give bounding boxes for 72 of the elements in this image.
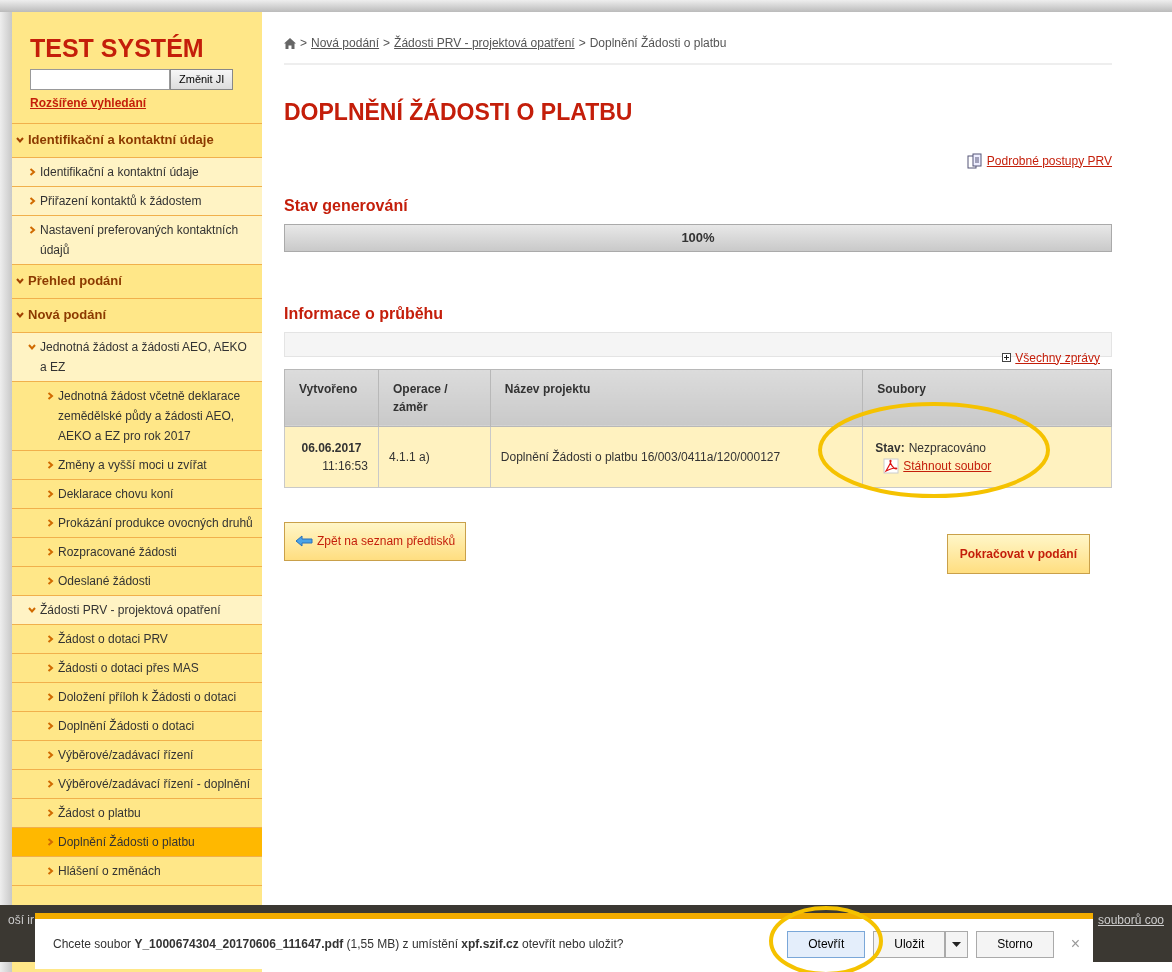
column-header: Soubory (862, 369, 1112, 426)
chevron-right-icon (46, 780, 54, 788)
menu-item[interactable]: Jednotná žádost a žádosti AEO, AEKO a EZ (12, 333, 262, 382)
chevron-right-icon (46, 577, 54, 585)
breadcrumb-current: Doplnění Žádosti o platbu (589, 34, 727, 52)
column-header: Operace / záměr (378, 369, 491, 426)
chevron-down-icon (16, 277, 24, 285)
cancel-button[interactable]: Storno (976, 930, 1054, 958)
column-header: Název projektu (490, 369, 863, 426)
advanced-search-link[interactable]: Rozšířené vyhledání (30, 94, 147, 112)
chevron-right-icon (46, 867, 54, 875)
home-icon[interactable] (284, 37, 296, 49)
chevron-right-icon (46, 693, 54, 701)
document-icon (966, 152, 983, 169)
all-messages-link[interactable]: Všechny zprávy (1015, 348, 1100, 367)
progress-reading: 100% (681, 228, 715, 247)
chevron-down-icon (16, 136, 24, 144)
search-field[interactable] (30, 69, 170, 90)
table-cell: Doplnění Žádosti o platbu 16/003/0411a/120/000127 (490, 426, 863, 487)
chevron-right-icon (46, 751, 54, 759)
menu-item[interactable]: Žádosti PRV - projektová opatření (12, 596, 262, 625)
cookie-link[interactable]: souborů coo (1097, 911, 1164, 929)
arrow-left-icon (295, 535, 313, 547)
download-message: Chcete soubor Y_1000674304_20170606_111647.pdf (1,55 MB) z umístění xpf.szif.cz otevřít nebo uložit? (53, 936, 625, 953)
section-heading: Informace o průběhu (284, 303, 445, 324)
save-button[interactable]: Uložit (873, 930, 946, 958)
time-text: 11:16:53 (321, 457, 368, 475)
chevron-right-icon (28, 226, 36, 234)
menu-item[interactable]: Přiřazení kontaktů k žádostem (12, 187, 262, 216)
breadcrumb-separator: > (300, 35, 307, 52)
table-cell: 4.1.1 a) (378, 426, 491, 487)
pdf-icon (883, 457, 900, 474)
menu-item[interactable]: Identifikační a kontaktní údaje (12, 158, 262, 187)
chevron-right-icon (28, 168, 36, 176)
caret-icon (952, 942, 962, 948)
chevron-down-icon (16, 311, 24, 319)
dropdown-button[interactable] (945, 930, 969, 958)
open-button[interactable]: Otevřít (787, 930, 866, 958)
chevron-right-icon (46, 664, 54, 672)
continue-button[interactable]: Pokračovat v podání (946, 533, 1090, 574)
breadcrumb-link[interactable]: Nová podání (311, 34, 380, 52)
chevron-right-icon (28, 197, 36, 205)
help-link[interactable]: Podrobné postupy PRV (986, 151, 1112, 170)
breadcrumb-separator: > (578, 35, 586, 52)
download-link[interactable]: Stáhnout soubor (903, 456, 992, 475)
chevron-down-icon (28, 343, 36, 351)
chevron-right-icon (46, 838, 54, 846)
chevron-right-icon (46, 392, 54, 400)
change-button[interactable]: Změnit JI (170, 69, 234, 90)
page-title: DOPLNĚNÍ ŽÁDOSTI O PLATBU (284, 97, 634, 127)
back-button[interactable]: Zpět na seznam předtisků (284, 521, 467, 561)
date-text: 06.06.2017 (300, 439, 363, 457)
status-label: Stav: (875, 440, 905, 455)
chevron-right-icon (46, 548, 54, 556)
cookie-text: oší ir (8, 912, 34, 929)
column-header: Vytvořeno (284, 369, 379, 426)
breadcrumb-separator: > (383, 35, 391, 52)
status-text: Nezpracováno (908, 440, 986, 455)
chevron-right-icon (46, 519, 54, 527)
chevron-right-icon (46, 635, 54, 643)
menu-item[interactable]: Doplnění Žádosti o platbu (12, 828, 262, 857)
expand-icon[interactable] (1002, 353, 1012, 362)
chevron-right-icon (46, 722, 54, 730)
chevron-right-icon (46, 490, 54, 498)
menu-section[interactable]: Identifikační a kontaktní údaje (12, 123, 262, 158)
chevron-down-icon (28, 606, 36, 614)
chevron-right-icon (46, 809, 54, 817)
breadcrumb-link[interactable]: Žádosti PRV - projektová opatření (394, 34, 575, 52)
site-title: TEST SYSTÉM (30, 36, 205, 61)
section-heading: Stav generování (284, 195, 409, 216)
menu-item[interactable]: Nastavení preferovaných kontaktních údajů (12, 216, 262, 265)
chevron-right-icon (46, 461, 54, 469)
